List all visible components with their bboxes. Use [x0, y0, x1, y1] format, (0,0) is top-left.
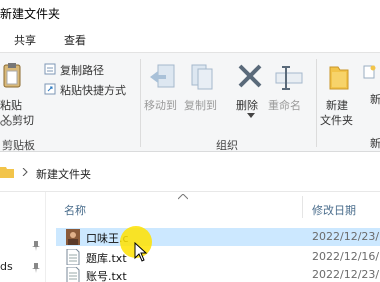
file-modified-date: 2022/12/23/ — [312, 268, 380, 281]
delete-button[interactable]: 删除 — [234, 57, 268, 121]
organize-group-label: 组织 — [216, 139, 238, 152]
copy-path-button[interactable]: 复制路径 — [44, 61, 114, 77]
move-to-icon — [150, 64, 175, 88]
paste-shortcut-label: 粘贴快捷方式 — [60, 84, 126, 97]
table-row[interactable]: 口味王.c 2022/12/23/ — [56, 228, 380, 246]
copy-path-label: 复制路径 — [60, 64, 104, 77]
new-folder-icon — [329, 66, 349, 90]
new-folder-label-line1: 新建 — [326, 99, 348, 112]
pin-icon[interactable] — [32, 241, 40, 251]
nav-item-fragment[interactable]: ds — [0, 260, 13, 273]
scissors-icon — [0, 114, 12, 126]
rename-label: 重命名 — [268, 99, 301, 112]
window-title: 新建文件夹 — [0, 7, 61, 21]
paste-shortcut-icon — [44, 83, 56, 95]
file-name: 题库.txt — [86, 252, 127, 265]
image-file-icon — [66, 229, 80, 245]
text-file-icon — [66, 267, 80, 282]
table-row[interactable]: 题库.txt 2022/12/16/ — [56, 248, 380, 266]
ribbon-separator — [316, 59, 317, 147]
file-modified-date: 2022/12/23/ — [312, 230, 380, 243]
column-header-name[interactable]: 名称 — [64, 202, 86, 218]
new-item-icon — [363, 65, 376, 79]
tab-view[interactable]: 查看 — [64, 32, 86, 48]
column-header-modified[interactable]: 修改日期 — [312, 202, 356, 218]
mouse-pointer-icon — [134, 242, 148, 262]
delete-label: 删除 — [236, 99, 258, 112]
paste-shortcut-button[interactable]: 粘贴快捷方式 — [44, 81, 134, 97]
column-divider[interactable] — [302, 196, 303, 218]
move-to-label: 移动到 — [144, 99, 177, 112]
rename-button[interactable]: 重命名 — [268, 57, 310, 115]
new-folder-button[interactable]: 新建 文件夹 — [318, 57, 362, 129]
new-item-icon-button[interactable] — [360, 65, 380, 83]
chevron-up-icon[interactable] — [178, 194, 188, 200]
clipboard-icon — [3, 63, 21, 88]
file-list: 名称 修改日期 口味王.c 2022/12/23/ 题库.txt 2022/12… — [48, 192, 380, 282]
tab-share[interactable]: 共享 — [14, 32, 36, 48]
file-modified-date: 2022/12/16/ — [312, 250, 380, 263]
copy-to-button[interactable]: 复制到 — [184, 57, 224, 115]
new-folder-label-line2: 文件夹 — [320, 114, 353, 127]
move-to-button[interactable]: 移动到 — [144, 57, 182, 115]
chevron-right-icon — [22, 168, 28, 176]
cut-button[interactable]: 剪切 — [0, 111, 40, 129]
copy-to-label: 复制到 — [184, 99, 217, 112]
file-name: 账号.txt — [86, 270, 127, 282]
pin-icon[interactable] — [32, 263, 40, 273]
side-fragment-1: 新 — [370, 93, 380, 106]
ribbon-separator — [140, 59, 141, 147]
title-bar: 新建文件夹 — [0, 0, 380, 26]
table-row[interactable]: 账号.txt 2022/12/23/ — [56, 266, 380, 282]
side-fragment-2: 新 — [370, 137, 380, 150]
clipboard-group-label: 剪贴板 — [2, 139, 35, 152]
ribbon: 粘贴 剪切 复制路径 粘贴快捷方式 剪贴板 移动到 复制到 删除 重命名 组织 … — [0, 52, 380, 152]
cut-label: 剪切 — [12, 114, 34, 127]
breadcrumb-current-folder[interactable]: 新建文件夹 — [36, 166, 91, 182]
ribbon-tabs: 共享 查看 — [0, 26, 380, 52]
copy-to-icon — [191, 64, 213, 90]
delete-x-icon — [238, 64, 262, 88]
rename-icon — [275, 66, 303, 90]
navigation-pane: ds — [0, 192, 46, 282]
text-file-icon — [66, 249, 80, 265]
folder-icon — [0, 167, 14, 178]
address-bar[interactable]: 新建文件夹 — [0, 152, 380, 192]
copy-path-icon — [44, 63, 56, 75]
chevron-down-icon — [247, 113, 255, 118]
